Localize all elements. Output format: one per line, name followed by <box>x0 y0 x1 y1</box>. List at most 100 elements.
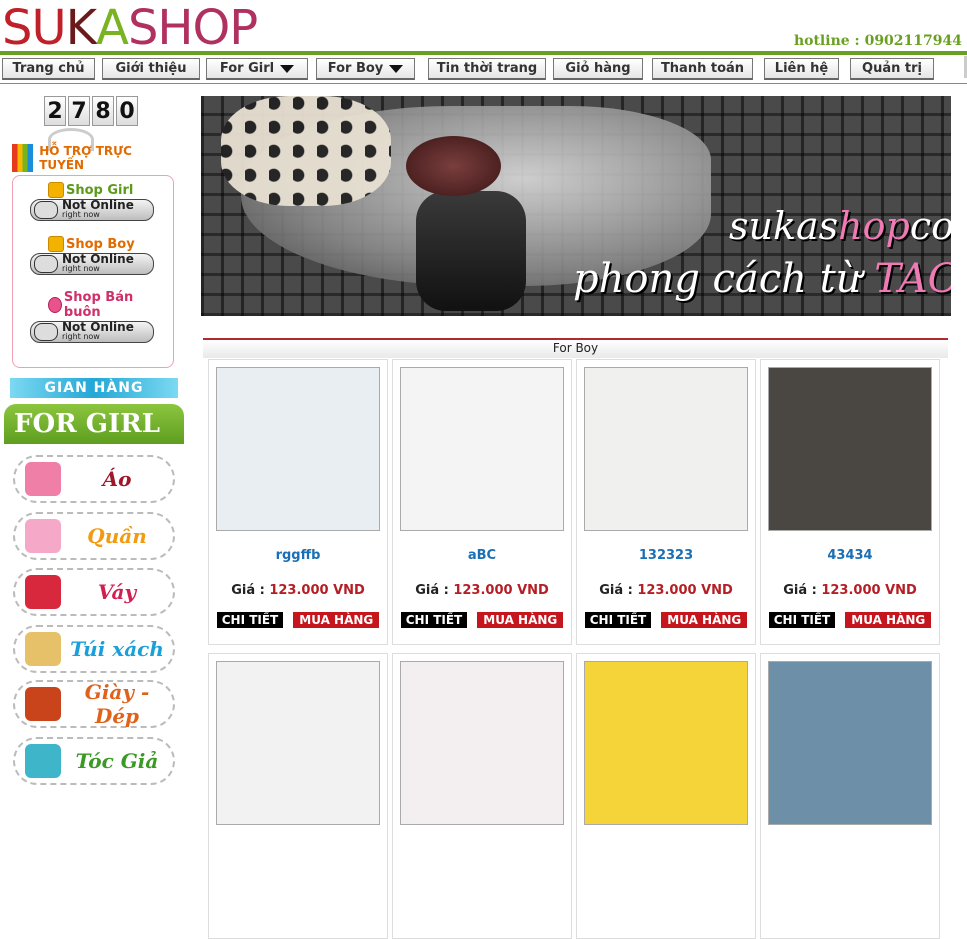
store-heading: GIAN HÀNG <box>10 378 178 398</box>
chat-icon <box>34 323 58 341</box>
product-price-row: Giá : 123.000 VND <box>761 583 939 598</box>
logo-letter: K <box>65 0 98 56</box>
product-card <box>392 653 572 939</box>
nav-item-label: Liên hệ <box>774 61 829 76</box>
category-label: Túi xách <box>70 637 164 661</box>
main-nav: Trang chủ Giới thiệu For Girl For Boy Tin th… <box>0 55 967 84</box>
nav-item-label: Quản trị <box>862 61 922 76</box>
nav-item-4[interactable]: Tin thời trang <box>428 58 546 80</box>
nav-item-3[interactable]: For Boy <box>316 58 415 80</box>
product-price-row: Giá : 123.000 VND <box>209 583 387 598</box>
bag-icon <box>25 632 61 666</box>
chat-status-button[interactable]: Not Online right now <box>30 321 154 343</box>
category-4[interactable]: Giày - Dép <box>13 680 175 728</box>
shop-icon <box>48 182 64 198</box>
banner-leopard-coat <box>221 96 391 206</box>
detail-button[interactable]: CHI TIẾT <box>768 612 836 628</box>
banner-slogan: phong cách từ TAOBAO <box>573 256 951 302</box>
product-actions: CHI TIẾT MUA HÀNG <box>209 612 387 628</box>
category-5[interactable]: Tóc Giả <box>13 737 175 785</box>
category-label: Quần <box>87 524 147 548</box>
nav-item-label: Giới thiệu <box>115 61 187 76</box>
logo-letter: A <box>96 0 129 56</box>
product-card: rggffb Giá : 123.000 VND CHI TIẾT MUA HÀNG <box>208 359 388 645</box>
nav-item-1[interactable]: Giới thiệu <box>102 58 200 80</box>
banner-model-body <box>416 191 526 311</box>
price-label: Giá : <box>783 583 822 598</box>
product-image[interactable] <box>400 661 564 825</box>
nav-item-6[interactable]: Thanh toán <box>652 58 753 80</box>
category-label: Váy <box>97 580 137 604</box>
category-2[interactable]: Váy <box>13 568 175 616</box>
nav-item-7[interactable]: Liên hệ <box>764 58 839 80</box>
nav-item-label: Tin thời trang <box>436 61 538 76</box>
online-support-header: HỖ TRỢ TRỰC TUYẾN <box>12 143 176 173</box>
price-label: Giá : <box>415 583 454 598</box>
nav-item-8[interactable]: Quản trị <box>850 58 934 80</box>
support-shop-2: Shop Bán buôn Not Online right now <box>18 290 158 343</box>
buy-button[interactable]: MUA HÀNG <box>845 612 932 628</box>
product-name[interactable]: aBC <box>393 548 571 563</box>
chat-status-button[interactable]: Not Online right now <box>30 253 154 275</box>
star-icon <box>25 687 61 721</box>
shop-label: Shop Boy <box>66 236 135 252</box>
category-1[interactable]: Quần <box>13 512 175 560</box>
logo-letter: H <box>157 0 193 56</box>
buy-button[interactable]: MUA HÀNG <box>477 612 564 628</box>
shirt-icon <box>25 462 61 496</box>
product-name[interactable]: 43434 <box>761 548 939 563</box>
site-logo[interactable]: SUKASHOP <box>2 0 258 56</box>
buy-button[interactable]: MUA HÀNG <box>293 612 380 628</box>
category-label: Giày - Dép <box>84 680 150 728</box>
logo-letter: S <box>127 0 158 56</box>
nav-item-label: Trang chủ <box>12 61 85 76</box>
dress-icon <box>25 575 61 609</box>
detail-button[interactable]: CHI TIẾT <box>584 612 652 628</box>
detail-button[interactable]: CHI TIẾT <box>216 612 284 628</box>
dropdown-arrow-icon <box>389 64 404 73</box>
counter-digit: 0 <box>116 96 138 126</box>
nav-item-label: For Boy <box>327 61 384 76</box>
category-3[interactable]: Túi xách <box>13 625 175 673</box>
status-text: Not Online right now <box>62 320 134 341</box>
nav-item-2[interactable]: For Girl <box>206 58 308 80</box>
nav-item-5[interactable]: Giỏ hàng <box>553 58 643 80</box>
shop-label-row: Shop Boy <box>48 236 158 252</box>
chat-icon <box>34 255 58 273</box>
product-image[interactable] <box>768 661 932 825</box>
status-text: Not Online right now <box>62 199 134 219</box>
hero-banner[interactable]: sukashopcom phong cách từ TAOBAO <box>201 96 951 316</box>
product-card: 132323 Giá : 123.000 VND CHI TIẾT MUA HÀNG <box>576 359 756 645</box>
buy-button[interactable]: MUA HÀNG <box>661 612 748 628</box>
category-0[interactable]: Áo <box>13 455 175 503</box>
product-image[interactable] <box>584 367 748 531</box>
product-image[interactable] <box>584 661 748 825</box>
status-main: Not Online <box>62 320 134 334</box>
product-name[interactable]: rggffb <box>209 548 387 563</box>
product-image[interactable] <box>768 367 932 531</box>
status-main: Not Online <box>62 252 134 266</box>
product-image[interactable] <box>216 367 380 531</box>
product-price-row: Giá : 123.000 VND <box>577 583 755 598</box>
product-actions: CHI TIẾT MUA HÀNG <box>761 612 939 628</box>
product-card <box>760 653 940 939</box>
logo-letter: S <box>2 0 32 56</box>
logo-letter: O <box>192 0 231 56</box>
hotline: hotline : 0902117944 <box>793 33 962 49</box>
product-image[interactable] <box>400 367 564 531</box>
product-price: 123.000 VND <box>453 583 549 598</box>
shop-label-row: Shop Bán buôn <box>48 290 158 320</box>
chat-status-button[interactable]: Not Online right now <box>30 199 154 221</box>
detail-button[interactable]: CHI TIẾT <box>400 612 468 628</box>
category-label: Tóc Giả <box>75 749 159 773</box>
color-bars-icon <box>12 144 34 172</box>
logo-letter: P <box>229 0 258 56</box>
wig-icon <box>25 744 61 778</box>
nav-item-0[interactable]: Trang chủ <box>2 58 95 80</box>
product-image[interactable] <box>216 661 380 825</box>
counter-digit: 7 <box>68 96 90 126</box>
support-shop-0: Shop Girl Not Online right now <box>18 182 158 221</box>
product-name[interactable]: 132323 <box>577 548 755 563</box>
product-card <box>208 653 388 939</box>
status-text: Not Online right now <box>62 252 134 273</box>
